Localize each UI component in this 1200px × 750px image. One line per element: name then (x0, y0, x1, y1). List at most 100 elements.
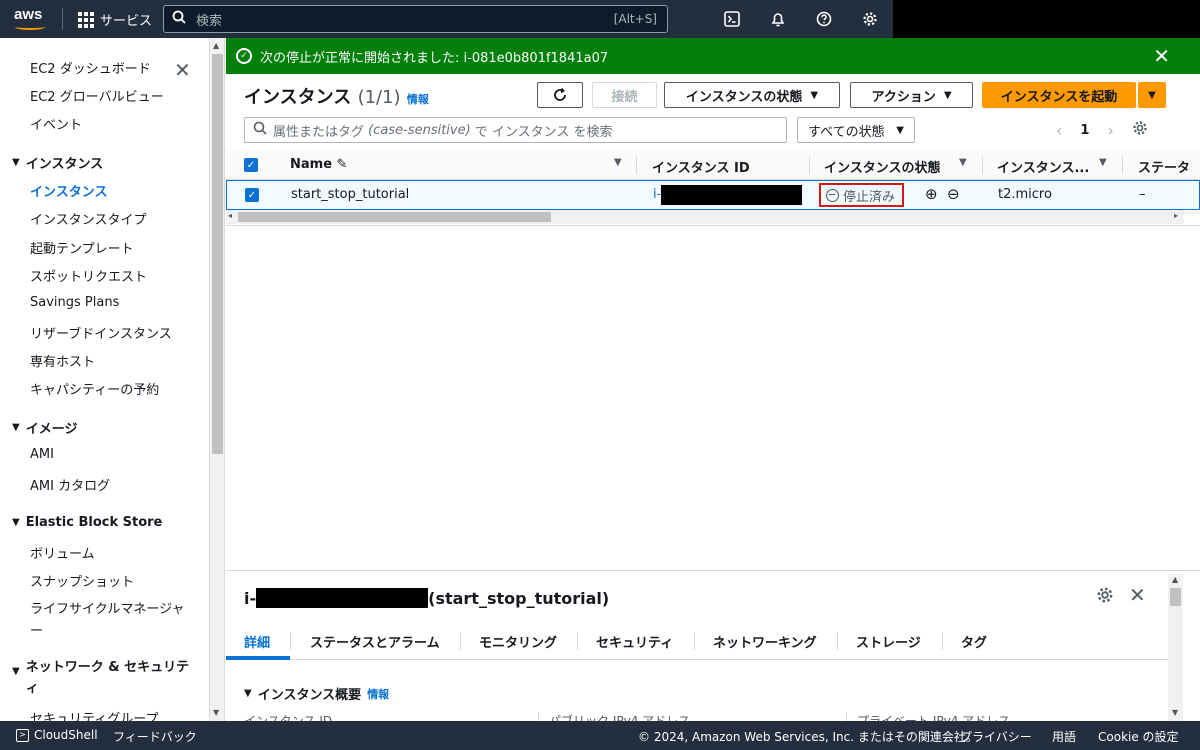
chevron-left-icon[interactable]: ‹ (1056, 121, 1062, 140)
column-status[interactable]: ステータ (1138, 157, 1190, 176)
column-divider (636, 156, 637, 174)
table-horizontal-scrollbar[interactable]: ◂ ▸ (226, 210, 1184, 224)
zoom-in-icon[interactable]: ⊕ (925, 185, 938, 203)
scroll-left-icon[interactable]: ◂ (228, 211, 232, 220)
launch-instance-button[interactable]: インスタンスを起動 (982, 82, 1136, 108)
sidebar-item-capacity-reservations[interactable]: キャパシティーの予約 (30, 379, 159, 398)
sidebar-item-global-view[interactable]: EC2 グローバルビュー (30, 86, 164, 105)
column-instance-id[interactable]: インスタンス ID (652, 157, 750, 176)
close-icon[interactable]: ✕ (1129, 583, 1146, 607)
column-instance-type[interactable]: インスタンス... (997, 157, 1089, 176)
tab-divider (460, 632, 461, 650)
scroll-down-icon[interactable]: ▼ (1172, 708, 1178, 717)
help-icon[interactable] (814, 9, 834, 29)
scroll-up-icon[interactable]: ▲ (213, 41, 219, 50)
tab-monitoring[interactable]: モニタリング (479, 632, 557, 651)
instance-detail-panel: i- (start_stop_tutorial) ✕ 詳細 ステータスとアラーム … (226, 574, 1168, 729)
sidebar-section-instances[interactable]: ▼ インスタンス (12, 153, 103, 172)
close-icon[interactable]: ✕ (1153, 44, 1170, 68)
instances-panel: インスタンス (1/1) 情報 接続 インスタンスの状態 ▼ アクション ▼ インス… (226, 74, 1200, 226)
scroll-right-icon[interactable]: ▸ (1174, 211, 1178, 220)
sidebar-section-ebs[interactable]: ▼ Elastic Block Store (12, 515, 162, 530)
caret-down-icon: ▼ (12, 422, 20, 433)
privacy-link[interactable]: プライバシー (960, 728, 1032, 745)
instance-summary-heading[interactable]: ▼ インスタンス概要 情報 (244, 684, 389, 704)
launch-options-dropdown[interactable]: ▼ (1138, 82, 1166, 108)
cookie-settings-link[interactable]: Cookie の設定 (1098, 728, 1179, 745)
sidebar-item-lifecycle-manager[interactable]: ライフサイクルマネージャー (30, 599, 190, 643)
tab-storage[interactable]: ストレージ (856, 632, 921, 651)
tab-divider (694, 632, 695, 650)
tab-status-alarms[interactable]: ステータスとアラーム (310, 632, 440, 651)
services-menu-button[interactable]: サービス (78, 10, 152, 29)
scrollbar-thumb[interactable] (212, 54, 223, 454)
detail-tabs: 詳細 ステータスとアラーム モニタリング セキュリティ ネットワーキング ストレ… (226, 622, 1168, 660)
scrollbar-thumb[interactable] (1170, 588, 1181, 606)
refresh-button[interactable] (537, 82, 583, 108)
sidebar-item-snapshots[interactable]: スナップショット (30, 571, 134, 590)
sidebar-section-network-security[interactable]: ▼ ネットワーク & セキュリティ (12, 657, 192, 699)
global-search-input[interactable]: 検索 [Alt+S] (163, 5, 668, 33)
instance-state-label: インスタンスの状態 (685, 89, 803, 105)
tab-tags[interactable]: タグ (961, 632, 987, 651)
sort-icon[interactable]: ▼ (1099, 157, 1107, 168)
sidebar-item-spot-requests[interactable]: スポットリクエスト (30, 266, 147, 285)
cloudshell-icon[interactable] (722, 9, 742, 29)
footer-bar: > CloudShell フィードバック © 2024, Amazon Web S… (0, 721, 1200, 750)
sidebar-item-launch-templates[interactable]: 起動テンプレート (30, 238, 134, 257)
sidebar-scrollbar[interactable]: ▲ ▼ (210, 38, 225, 721)
sort-icon[interactable]: ▼ (959, 157, 967, 168)
instance-status: – (1139, 187, 1146, 202)
connect-button[interactable]: 接続 (592, 82, 657, 108)
gear-icon[interactable] (1096, 586, 1114, 608)
detail-scrollbar[interactable]: ▲ ▼ (1168, 574, 1183, 721)
info-link[interactable]: 情報 (367, 686, 389, 702)
row-checkbox[interactable]: ✓ (245, 188, 259, 202)
success-flash-banner: ✓ 次の停止が正常に開始されました: i-081e0b801f1841a07 ✕ (226, 38, 1200, 74)
page-number[interactable]: 1 (1080, 123, 1089, 138)
sidebar-item-security-groups[interactable]: セキュリティグループ (30, 708, 158, 721)
sidebar-item-instance-types[interactable]: インスタンスタイプ (30, 209, 146, 228)
caret-down-icon: ▼ (943, 89, 952, 101)
sidebar-item-dedicated-hosts[interactable]: 専有ホスト (30, 351, 95, 370)
column-name[interactable]: Name ✎ (290, 157, 347, 172)
sidebar-item-volumes[interactable]: ボリューム (30, 543, 95, 562)
tab-networking[interactable]: ネットワーキング (713, 632, 817, 651)
aws-logo[interactable]: aws (14, 6, 45, 30)
sidebar-item-ami[interactable]: AMI (30, 447, 54, 462)
sidebar-item-ami-catalog[interactable]: AMI カタログ (30, 475, 110, 494)
sidebar-item-ec2-dashboard[interactable]: EC2 ダッシュボード (30, 58, 151, 77)
tab-divider (290, 632, 291, 650)
state-filter-select[interactable]: すべての状態 ▼ (797, 117, 915, 143)
caret-down-icon: ▼ (244, 688, 252, 699)
instance-search-input[interactable]: 属性またはタグ (case-sensitive) で インスタンス を検索 (244, 117, 787, 143)
sidebar-item-events[interactable]: イベント (30, 114, 82, 133)
scroll-down-icon[interactable]: ▼ (213, 708, 219, 717)
actions-dropdown[interactable]: アクション ▼ (850, 82, 973, 108)
instance-state-dropdown[interactable]: インスタンスの状態 ▼ (664, 82, 840, 108)
column-instance-state[interactable]: インスタンスの状態 (824, 157, 940, 176)
tab-security[interactable]: セキュリティ (596, 632, 673, 651)
sort-icon[interactable]: ▼ (614, 157, 622, 168)
services-label: サービス (100, 14, 153, 29)
select-all-checkbox[interactable]: ✓ (244, 158, 258, 172)
terms-link[interactable]: 用語 (1052, 728, 1076, 745)
cloudshell-button[interactable]: > CloudShell (16, 728, 98, 742)
sidebar-item-instances[interactable]: インスタンス (30, 181, 107, 200)
close-icon[interactable]: ✕ (174, 58, 191, 82)
success-check-icon: ✓ (236, 48, 252, 64)
tab-details[interactable]: 詳細 (244, 632, 270, 651)
sidebar-item-savings-plans[interactable]: Savings Plans (30, 295, 119, 310)
sidebar-item-reserved-instances[interactable]: リザーブドインスタンス (30, 323, 172, 342)
scrollbar-thumb[interactable] (238, 212, 551, 222)
chevron-right-icon[interactable]: › (1107, 121, 1113, 140)
info-link[interactable]: 情報 (407, 93, 429, 106)
scroll-up-icon[interactable]: ▲ (1172, 575, 1178, 584)
gear-icon[interactable] (860, 9, 880, 29)
gear-icon[interactable] (1132, 120, 1148, 140)
feedback-link[interactable]: フィードバック (113, 728, 197, 745)
bell-icon[interactable] (768, 9, 788, 29)
table-row[interactable]: ✓ start_stop_tutorial i- 停止済み ⊕ ⊖ t2.mic… (226, 180, 1200, 210)
sidebar-section-images[interactable]: ▼ イメージ (12, 418, 77, 437)
zoom-out-icon[interactable]: ⊖ (947, 185, 960, 203)
